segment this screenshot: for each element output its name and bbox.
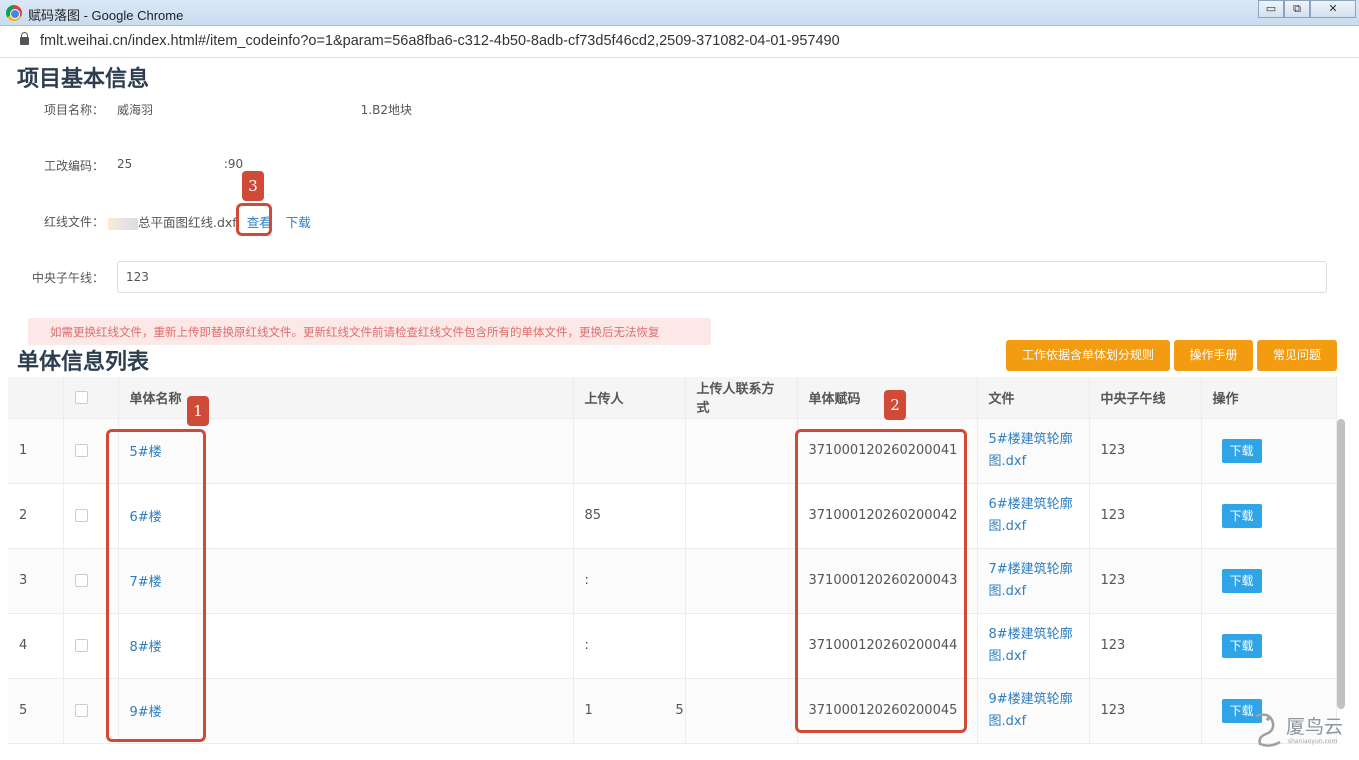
project-code-label: 工改编码： bbox=[44, 159, 105, 173]
file-link[interactable]: 9#楼建筑轮廓图.dxf bbox=[989, 692, 1073, 729]
uploader-cell: :85 bbox=[573, 418, 686, 484]
uploader-cell: : bbox=[573, 548, 686, 614]
row-checkbox[interactable] bbox=[74, 444, 88, 457]
row-checkbox[interactable] bbox=[74, 639, 88, 652]
download-button[interactable]: 下载 bbox=[1221, 503, 1262, 528]
row-checkbox[interactable] bbox=[74, 509, 88, 522]
row-index: 2 bbox=[8, 483, 64, 549]
meridian-cell: 123 bbox=[1089, 483, 1202, 549]
annotation-badge-1: 1 bbox=[187, 396, 209, 426]
row-index: 3 bbox=[8, 548, 64, 614]
file-cell: 8#楼建筑轮廓图.dxf bbox=[977, 613, 1090, 679]
work-basis-button[interactable]: 工作依据含单体划分规则 bbox=[1006, 340, 1170, 371]
col-index bbox=[8, 377, 64, 419]
meridian-label: 中央子午线： bbox=[32, 271, 105, 285]
project-name-prefix: 威海羽 bbox=[117, 103, 154, 117]
project-code-value: 25 :90 bbox=[117, 157, 244, 171]
bird-logo-icon bbox=[1255, 713, 1281, 747]
col-contact: 上传人联系方式 bbox=[685, 377, 798, 419]
contact-cell bbox=[685, 483, 798, 549]
table-row: 15#楼 :853710001202602000415#楼建筑轮廓图.dxf12… bbox=[8, 418, 1337, 484]
vertical-scrollbar[interactable] bbox=[1337, 419, 1345, 709]
lock-icon bbox=[20, 32, 29, 45]
annotation-box-view-link bbox=[236, 203, 272, 236]
contact-cell bbox=[685, 613, 798, 679]
download-button[interactable]: 下载 bbox=[1221, 438, 1262, 463]
table-row: 2 6#楼 85 371000120260200042 6#楼建筑轮廓图.dxf 123 下… bbox=[8, 483, 1337, 549]
table-row: 4 8#楼:371000120260200044 8#楼建筑轮廓图.dxf 123 下载 bbox=[8, 613, 1337, 679]
redline-file-name: 总平面图红线.dxf bbox=[138, 215, 237, 230]
manual-button[interactable]: 操作手册 bbox=[1174, 340, 1253, 371]
project-name-label: 项目名称： bbox=[44, 103, 105, 117]
uploader-cell: 1 5 bbox=[573, 678, 686, 744]
meridian-cell: 123 bbox=[1089, 678, 1202, 744]
contact-cell bbox=[685, 548, 798, 614]
row-checkbox[interactable] bbox=[74, 704, 88, 717]
meridian-input[interactable]: 123 bbox=[117, 261, 1327, 293]
action-cell: 下载 bbox=[1201, 483, 1337, 549]
file-link[interactable]: 7#楼建筑轮廓图.dxf bbox=[989, 562, 1073, 599]
file-cell: 5#楼建筑轮廓图.dxf bbox=[977, 418, 1090, 484]
col-file: 文件 bbox=[977, 377, 1090, 419]
chrome-icon bbox=[6, 5, 22, 21]
window-title: 赋码落图 - Google Chrome bbox=[28, 8, 184, 23]
uploader-cell: : bbox=[573, 613, 686, 679]
download-redline-link[interactable]: 下载 bbox=[286, 215, 311, 230]
watermark-sub: shaniaoyun.com bbox=[1288, 738, 1338, 745]
faq-button[interactable]: 常见问题 bbox=[1257, 340, 1337, 371]
file-cell: 6#楼建筑轮廓图.dxf bbox=[977, 483, 1090, 549]
redline-file-label: 红线文件： bbox=[44, 215, 105, 229]
table-row: 5 9#楼 1 5 371000120260200045 9#楼建筑轮廓图.dxf 123… bbox=[8, 678, 1337, 744]
annotation-badge-2: 2 bbox=[884, 390, 906, 420]
download-button[interactable]: 下载 bbox=[1221, 633, 1262, 658]
col-meridian: 中央子午线 bbox=[1089, 377, 1202, 419]
warning-notice: 如需更换红线文件，重新上传即替换原红线文件。更新红线文件前请检查红线文件包含所有… bbox=[28, 318, 711, 345]
annotation-badge-3: 3 bbox=[242, 171, 264, 201]
col-select bbox=[63, 377, 119, 419]
col-uploader: 上传人 bbox=[573, 377, 686, 419]
restore-button[interactable]: ⧉ bbox=[1284, 0, 1310, 18]
close-button[interactable]: ✕ bbox=[1310, 0, 1356, 18]
project-name-value: 威海羽 1.B2地块 bbox=[117, 101, 412, 118]
contact-cell bbox=[685, 418, 798, 484]
contact-cell bbox=[685, 678, 798, 744]
file-link[interactable]: 6#楼建筑轮廓图.dxf bbox=[989, 497, 1073, 534]
watermark-text: 厦鸟云 bbox=[1286, 716, 1344, 738]
basic-info-title: 项目基本信息 bbox=[17, 67, 150, 92]
meridian-cell: 123 bbox=[1089, 613, 1202, 679]
file-cell: 7#楼建筑轮廓图.dxf bbox=[977, 548, 1090, 614]
download-button[interactable]: 下载 bbox=[1221, 568, 1262, 593]
annotation-box-unit-names bbox=[106, 429, 206, 742]
row-checkbox[interactable] bbox=[74, 574, 88, 587]
file-cell: 9#楼建筑轮廓图.dxf bbox=[977, 678, 1090, 744]
table-row: 3 7#楼:371000120260200043 7#楼建筑轮廓图.dxf 123 下载 bbox=[8, 548, 1337, 614]
minimize-button[interactable]: ▭ bbox=[1258, 0, 1284, 18]
action-cell: 下载 bbox=[1201, 418, 1337, 484]
uploader-cell: 85 bbox=[573, 483, 686, 549]
meridian-cell: 123 bbox=[1089, 418, 1202, 484]
meridian-cell: 123 bbox=[1089, 548, 1202, 614]
row-index: 1 bbox=[8, 418, 64, 484]
row-index: 4 bbox=[8, 613, 64, 679]
redline-file-row: 总平面图红线.dxf 查看 下载 bbox=[108, 212, 311, 231]
window-titlebar: 赋码落图 - Google Chrome ▭ ⧉ ✕ bbox=[0, 0, 1359, 26]
row-index: 5 bbox=[8, 678, 64, 744]
url-text[interactable]: fmlt.weihai.cn/index.html#/item_codeinfo… bbox=[40, 33, 840, 49]
action-cell: 下载 bbox=[1201, 613, 1337, 679]
unit-table: 单体名称 上传人 上传人联系方式 单体赋码 文件 中央子午线 操作 15#楼 :… bbox=[8, 377, 1337, 744]
address-bar[interactable]: fmlt.weihai.cn/index.html#/item_codeinfo… bbox=[0, 26, 1359, 58]
col-action: 操作 bbox=[1201, 377, 1337, 419]
action-cell: 下载 bbox=[1201, 548, 1337, 614]
select-all-checkbox[interactable] bbox=[74, 390, 88, 404]
list-title: 单体信息列表 bbox=[17, 350, 150, 375]
watermark-logo: 厦鸟云 shaniaoyun.com bbox=[1250, 708, 1350, 752]
file-link[interactable]: 5#楼建筑轮廓图.dxf bbox=[989, 432, 1073, 469]
blurred-region bbox=[108, 217, 138, 230]
project-name-suffix: 1.B2地块 bbox=[360, 103, 412, 117]
file-link[interactable]: 8#楼建筑轮廓图.dxf bbox=[989, 627, 1073, 664]
annotation-box-unit-codes bbox=[795, 429, 967, 733]
